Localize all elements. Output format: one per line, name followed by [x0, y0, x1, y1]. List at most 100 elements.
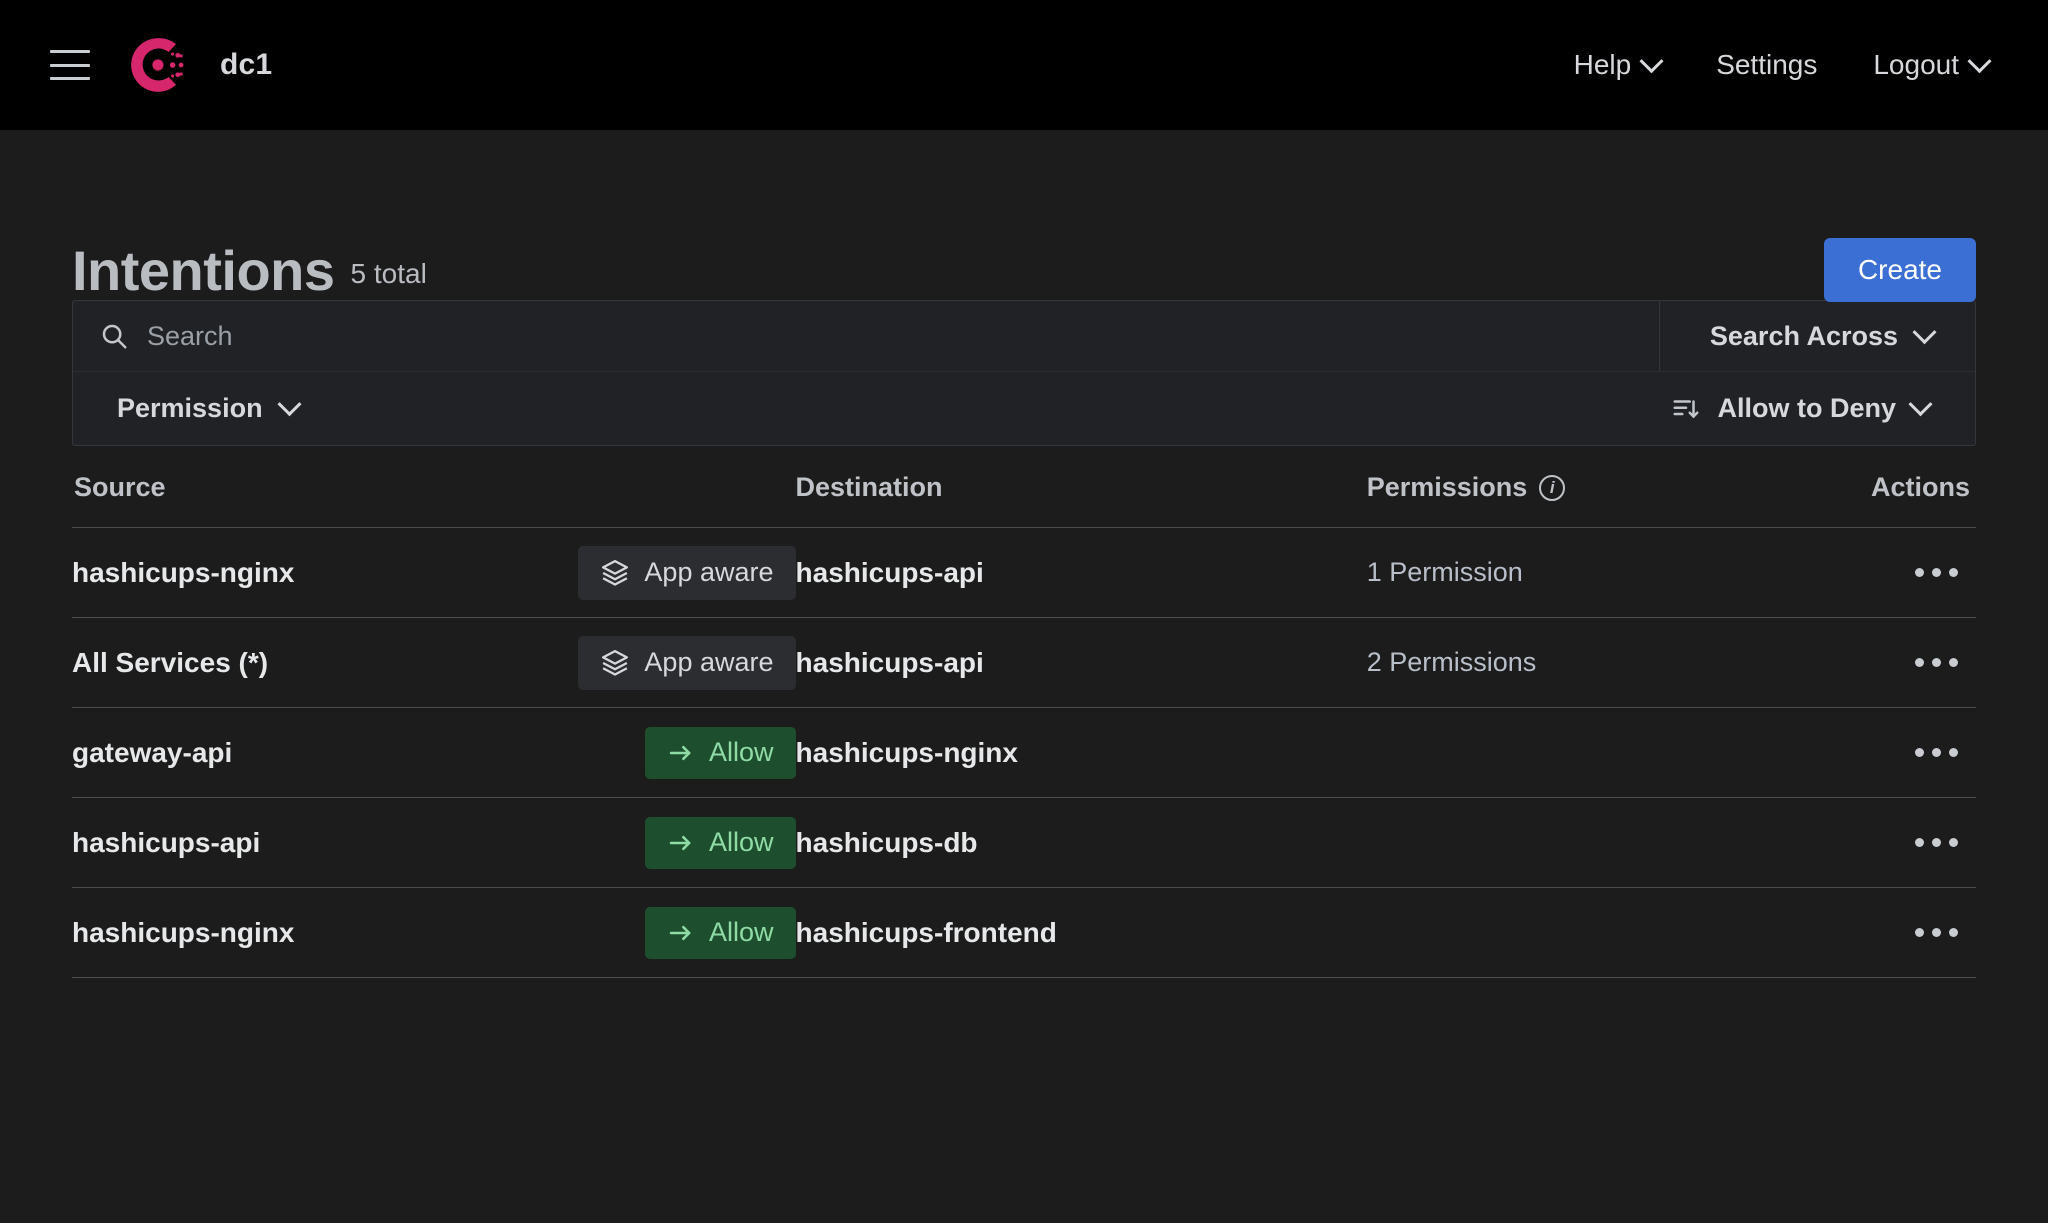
nav-item-label: Settings: [1716, 49, 1818, 80]
permissions-count: 2 Permissions: [1366, 647, 1537, 677]
destination-cell: hashicups-frontend: [795, 887, 1367, 978]
allow-badge: Allow: [644, 906, 796, 959]
filter-bar-bottom-row: Permission Allow to Deny: [73, 371, 1975, 445]
destination-service-name: hashicups-db: [795, 826, 978, 858]
layers-icon: [602, 559, 629, 586]
table-header-row: Source Destination Permissions i Actions: [72, 446, 1976, 528]
permissions-cell: [1366, 797, 1786, 888]
table-row[interactable]: hashicups-nginx Allow hashicups-frontend: [72, 887, 1976, 978]
column-header-actions: Actions: [1785, 446, 1976, 528]
filter-bar: Search Across Permission Allow to Deny: [72, 300, 1976, 446]
badge-label: Allow: [708, 737, 774, 767]
more-options-icon[interactable]: [1905, 914, 1968, 951]
permissions-cell: 1 Permission: [1366, 527, 1786, 618]
table-row[interactable]: hashicups-api Allow hashicups-db: [72, 797, 1976, 888]
destination-service-name: hashicups-frontend: [795, 916, 1057, 948]
nav-item-label: Logout: [1873, 49, 1959, 80]
column-header-source[interactable]: Source: [72, 446, 796, 528]
info-icon[interactable]: i: [1539, 474, 1566, 501]
chevron-down-icon: [1912, 319, 1937, 344]
badge-label: Allow: [708, 827, 774, 857]
arrow-right-icon: [669, 745, 691, 760]
page-header: Intentions 5 total Create: [72, 130, 1976, 302]
permissions-cell: [1366, 707, 1786, 798]
layers-icon: [602, 649, 629, 676]
column-header-destination[interactable]: Destination: [795, 446, 1367, 528]
arrow-right-icon: [669, 835, 691, 850]
source-service-name: hashicups-nginx: [72, 556, 295, 588]
sort-dropdown[interactable]: Allow to Deny: [1671, 392, 1933, 424]
nav-item-settings[interactable]: Settings: [1716, 49, 1817, 81]
source-service-name: All Services (*): [72, 646, 269, 678]
destination-cell: hashicups-nginx: [795, 707, 1367, 798]
source-cell: hashicups-api Allow: [72, 797, 796, 888]
search-icon: [102, 324, 127, 349]
filter-bar-top-row: Search Across: [73, 301, 1975, 371]
source-cell: hashicups-nginx App aware: [72, 527, 796, 618]
actions-cell: [1785, 617, 1976, 708]
table-header: Source Destination Permissions i Actions: [72, 446, 1976, 528]
more-options-icon[interactable]: [1905, 554, 1968, 591]
search-across-dropdown[interactable]: Search Across: [1660, 301, 1975, 371]
permission-filter-dropdown[interactable]: Permission: [117, 392, 302, 424]
actions-cell: [1785, 887, 1976, 978]
chevron-down-icon: [277, 392, 302, 417]
destination-cell: hashicups-api: [795, 617, 1367, 708]
destination-service-name: hashicups-api: [795, 646, 984, 678]
table-row[interactable]: gateway-api Allow hashicups-nginx: [72, 707, 1976, 798]
chevron-down-icon: [1639, 48, 1664, 73]
total-count-label: 5 total: [350, 258, 427, 289]
destination-cell: hashicups-db: [795, 797, 1367, 888]
datacenter-label[interactable]: dc1: [220, 48, 272, 82]
source-cell: hashicups-nginx Allow: [72, 887, 796, 978]
permission-filter-label: Permission: [117, 393, 263, 423]
nav-item-help[interactable]: Help: [1573, 48, 1664, 81]
page-title: Intentions: [72, 238, 335, 302]
destination-service-name: hashicups-nginx: [795, 736, 1018, 768]
permissions-count: 1 Permission: [1366, 557, 1523, 587]
source-cell: gateway-api Allow: [72, 707, 796, 798]
badge-label: App aware: [644, 647, 774, 677]
sort-label: Allow to Deny: [1717, 393, 1896, 423]
search-field-wrapper[interactable]: [73, 301, 1660, 371]
table-row[interactable]: hashicups-nginx App aware hashicups-api 1 P…: [72, 527, 1976, 618]
destination-service-name: hashicups-api: [795, 556, 984, 588]
more-options-icon[interactable]: [1905, 824, 1968, 861]
app-aware-badge: App aware: [578, 545, 796, 600]
sort-descending-icon: [1673, 399, 1699, 418]
actions-cell: [1785, 527, 1976, 618]
arrow-right-icon: [669, 925, 691, 940]
consul-logo-icon: [131, 38, 184, 92]
destination-cell: hashicups-api: [795, 527, 1367, 618]
badge-label: Allow: [708, 917, 774, 947]
permissions-cell: [1366, 887, 1786, 978]
chevron-down-icon: [1967, 48, 1992, 73]
actions-cell: [1785, 797, 1976, 888]
source-service-name: hashicups-api: [72, 826, 261, 858]
more-options-icon[interactable]: [1905, 644, 1968, 681]
nav-item-label: Help: [1573, 49, 1632, 80]
column-header-permissions-label: Permissions: [1366, 472, 1528, 502]
create-button[interactable]: Create: [1823, 238, 1976, 302]
hamburger-menu-icon[interactable]: [50, 50, 90, 80]
source-service-name: gateway-api: [72, 736, 233, 768]
table-body: hashicups-nginx App aware hashicups-api 1 P…: [72, 527, 1976, 978]
source-service-name: hashicups-nginx: [72, 916, 295, 948]
badge-label: App aware: [644, 557, 774, 587]
column-header-permissions[interactable]: Permissions i: [1366, 446, 1786, 528]
actions-cell: [1785, 707, 1976, 798]
top-navigation-bar: dc1 Help Settings Logout: [0, 0, 2048, 130]
search-across-label: Search Across: [1709, 320, 1898, 351]
search-input[interactable]: [147, 320, 1633, 352]
page-content: Intentions 5 total Create Search Across …: [0, 130, 2048, 978]
permissions-cell: 2 Permissions: [1366, 617, 1786, 708]
app-aware-badge: App aware: [578, 635, 796, 690]
allow-badge: Allow: [644, 816, 796, 869]
intentions-table: Source Destination Permissions i Actions…: [72, 446, 1976, 978]
nav-links: Help Settings Logout: [1573, 48, 1992, 81]
chevron-down-icon: [1908, 392, 1933, 417]
more-options-icon[interactable]: [1905, 734, 1968, 771]
source-cell: All Services (*) App aware: [72, 617, 796, 708]
nav-item-logout[interactable]: Logout: [1873, 48, 1992, 81]
table-row[interactable]: All Services (*) App aware hashicups-api 2 …: [72, 617, 1976, 708]
